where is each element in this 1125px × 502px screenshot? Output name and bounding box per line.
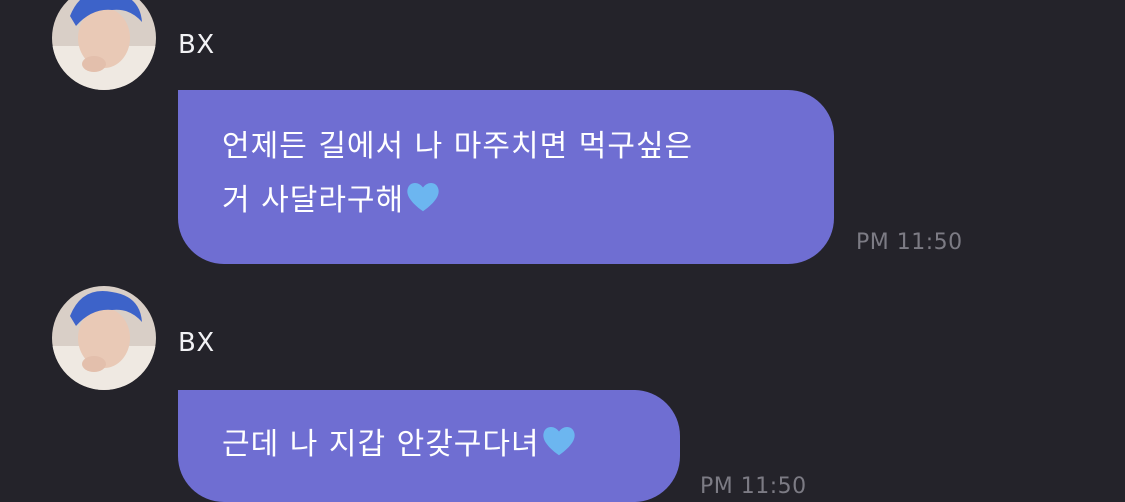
blue-heart-icon — [542, 426, 575, 456]
sender-name: BX — [178, 328, 215, 358]
message-text-line-1: 근데 나 지갑 안갖구다녀 — [222, 427, 540, 462]
timestamp: PM 11:50 — [856, 230, 963, 255]
avatar[interactable] — [52, 286, 156, 390]
message-text-line-2: 거 사달라구해 — [222, 183, 405, 218]
message-text-line: 근데 나 지갑 안갖구다녀 — [222, 418, 636, 472]
profile-photo-icon — [52, 0, 156, 90]
message-text-line: 거 사달라구해 — [222, 174, 790, 228]
profile-photo-icon — [52, 286, 156, 390]
sender-name: BX — [178, 30, 215, 60]
message-text-line: 언제든 길에서 나 마주치면 먹구싶은 — [222, 129, 694, 164]
timestamp: PM 11:50 — [700, 474, 807, 499]
avatar[interactable] — [52, 0, 156, 90]
blue-heart-icon — [407, 182, 439, 212]
message-bubble[interactable]: 근데 나 지갑 안갖구다녀 — [178, 390, 680, 502]
message-bubble[interactable]: 언제든 길에서 나 마주치면 먹구싶은 거 사달라구해 — [178, 90, 834, 264]
